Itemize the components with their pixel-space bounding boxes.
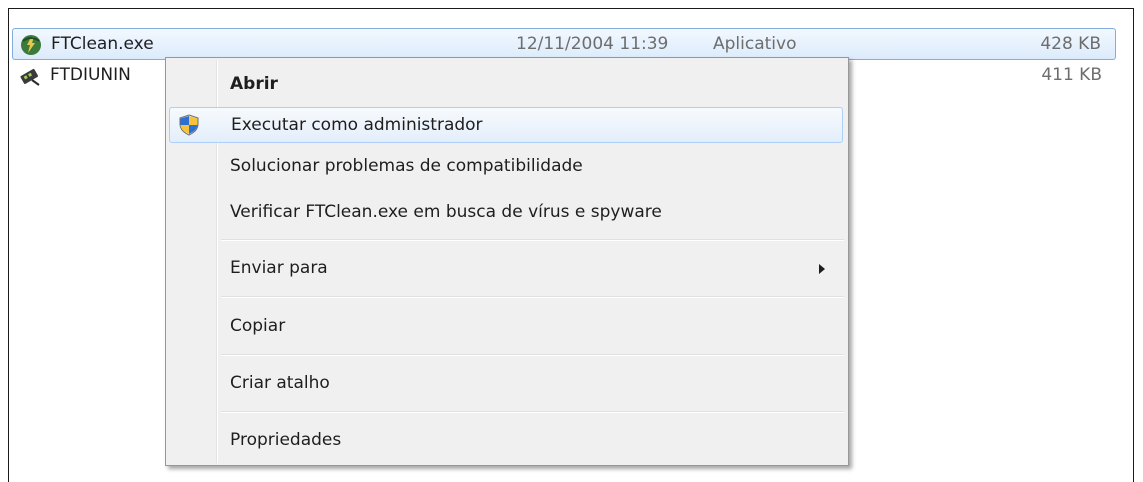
menu-item-run-as-admin[interactable]: Executar como administrador [169,107,843,143]
menu-item-label: Enviar para [230,258,328,278]
ftdiunin-app-icon [20,68,40,86]
submenu-arrow-icon [819,264,825,274]
menu-item-copy[interactable]: Copiar [169,309,843,345]
menu-separator [221,296,844,298]
menu-item-create-shortcut[interactable]: Criar atalho [169,366,843,402]
menu-item-properties[interactable]: Propriedades [169,423,843,459]
file-name: FTDIUNIN [50,65,131,85]
menu-item-label: Abrir [230,74,278,94]
file-size: 428 KB [1040,34,1101,54]
menu-separator [221,354,844,356]
ftclean-app-icon [21,35,41,55]
menu-item-troubleshoot[interactable]: Solucionar problemas de compatibilidade [169,149,843,185]
menu-item-label: Copiar [230,316,286,336]
menu-item-label: Propriedades [230,430,342,450]
menu-item-label: Executar como administrador [231,115,483,135]
file-size: 411 KB [1041,65,1102,85]
menu-item-open[interactable]: Abrir [169,67,843,103]
menu-item-label: Solucionar problemas de compatibilidade [230,156,583,176]
uac-shield-icon [179,114,199,136]
file-type: Aplicativo [713,34,797,54]
file-row-ftclean[interactable]: FTClean.exe 12/11/2004 11:39 Aplicativo … [12,28,1116,60]
context-menu: Abrir Executar como administrador Soluci… [165,57,849,466]
file-name: FTClean.exe [51,34,154,54]
menu-item-send-to[interactable]: Enviar para [169,251,843,287]
menu-item-label: Verificar FTClean.exe em busca de vírus … [230,202,662,222]
file-date: 12/11/2004 11:39 [516,34,669,54]
menu-separator [221,411,844,413]
menu-item-scan[interactable]: Verificar FTClean.exe em busca de vírus … [169,195,843,231]
menu-separator [221,239,844,241]
menu-item-label: Criar atalho [230,373,330,393]
